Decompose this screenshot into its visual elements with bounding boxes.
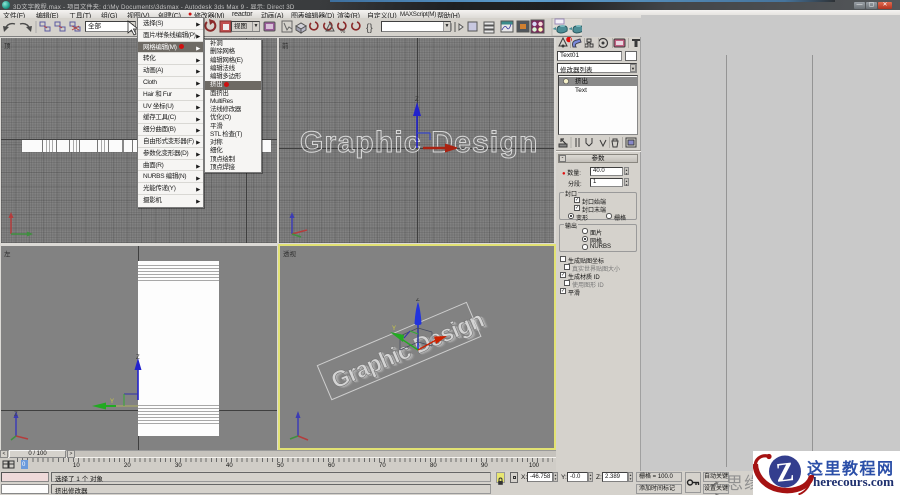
svg-text:{}: {}	[366, 23, 373, 34]
svg-text:Z: Z	[774, 456, 795, 488]
svg-text:Z: Z	[136, 355, 140, 361]
svg-text:%: %	[340, 29, 346, 35]
svg-text:Y: Y	[392, 326, 396, 332]
svg-text:Z: Z	[415, 97, 419, 103]
svg-text:Z: Z	[416, 298, 420, 303]
svg-text:Y: Y	[110, 399, 114, 405]
svg-text:Z: Z	[14, 412, 18, 418]
